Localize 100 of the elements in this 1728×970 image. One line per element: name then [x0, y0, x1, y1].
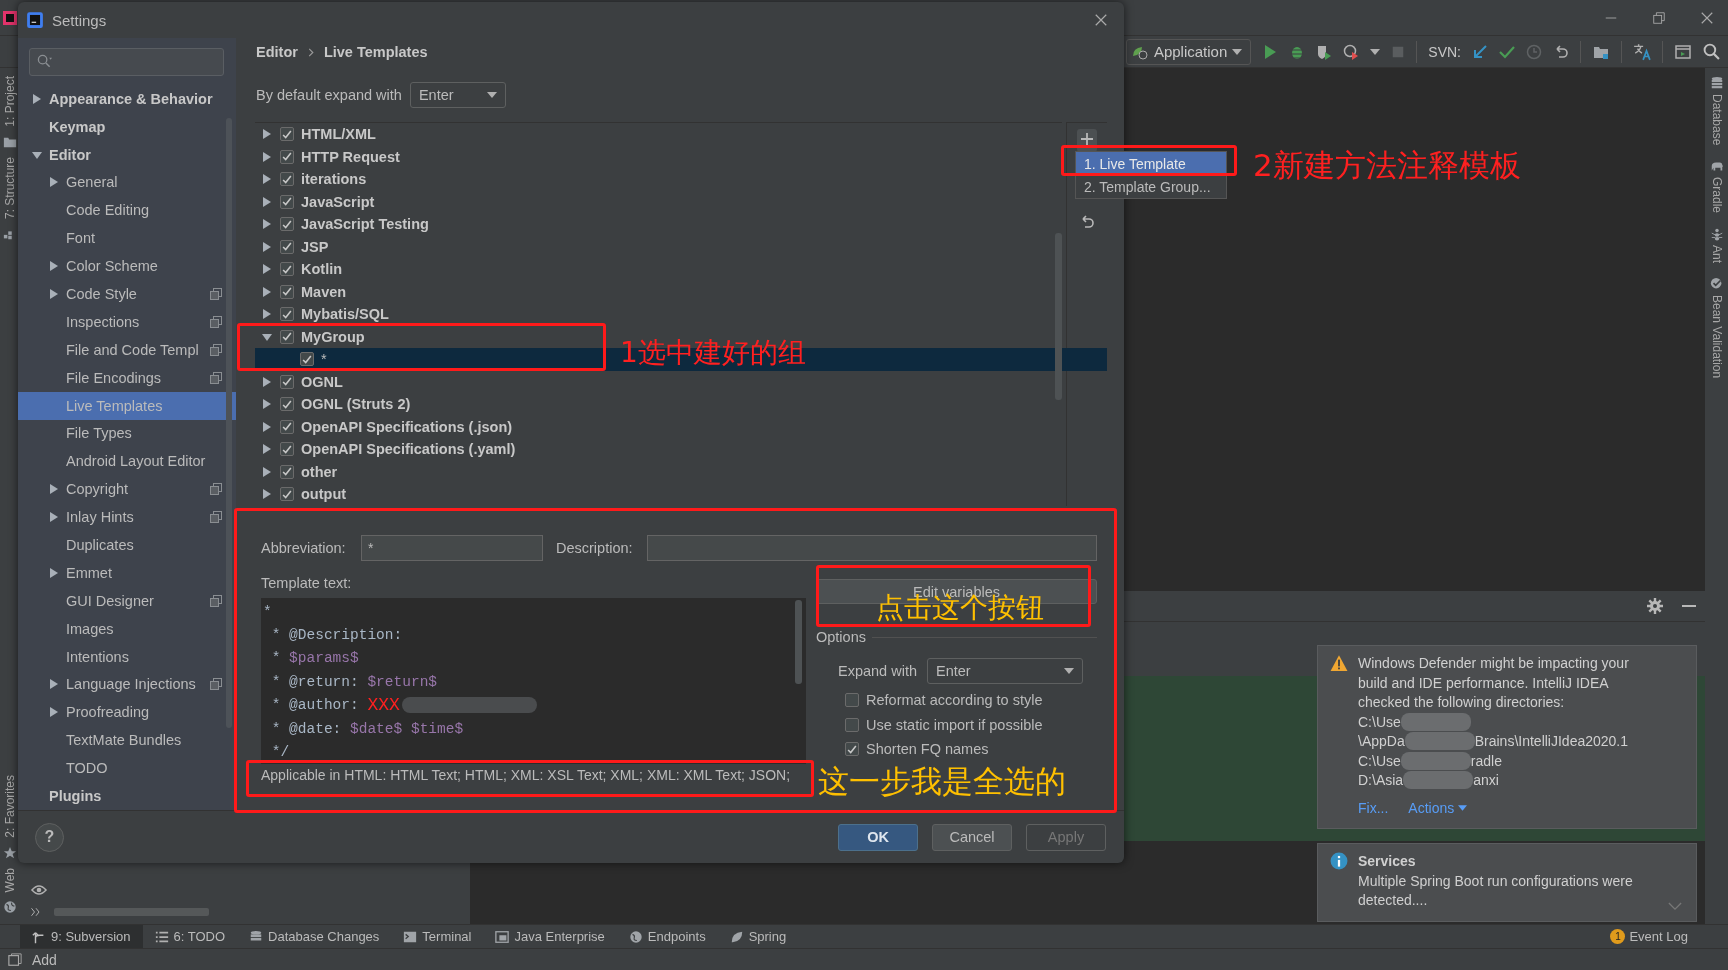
sidebar-item[interactable]: Code Style	[18, 280, 236, 308]
checkbox[interactable]	[280, 329, 294, 344]
disclosure-triangle-icon[interactable]	[262, 196, 272, 207]
disclosure-triangle-icon[interactable]	[262, 331, 272, 342]
tool-window-tab[interactable]: 9: Subversion	[20, 925, 143, 948]
checkbox[interactable]	[280, 194, 294, 209]
tool-window-tab[interactable]: Web	[3, 867, 17, 892]
disclosure-triangle-icon[interactable]	[262, 376, 272, 387]
sidebar-item[interactable]: TextMate Bundles	[18, 726, 236, 755]
eye-icon[interactable]	[30, 882, 48, 898]
disclosure-triangle-icon[interactable]	[262, 466, 272, 477]
disclosure-triangle-icon[interactable]	[49, 707, 59, 718]
menu-item[interactable]: 1. Live Template	[1076, 152, 1226, 175]
sidebar-item[interactable]: Language Injections	[18, 670, 236, 699]
template-tree-item[interactable]: JSP	[262, 235, 329, 258]
tool-window-tab[interactable]: Terminal	[391, 925, 484, 948]
dialog-button[interactable]: Cancel	[932, 823, 1012, 851]
disclosure-triangle-icon[interactable]	[49, 567, 59, 578]
checkbox[interactable]	[280, 487, 294, 502]
close-icon[interactable]	[1700, 10, 1714, 25]
search-field[interactable]	[29, 48, 224, 76]
window-icon[interactable]	[1674, 43, 1692, 60]
tool-window-tab[interactable]: Ant	[1709, 245, 1724, 264]
profiler-icon[interactable]	[1343, 43, 1360, 60]
tool-window-tab[interactable]: Bean Validation	[1709, 295, 1724, 379]
sidebar-item[interactable]: Inlay Hints	[18, 503, 236, 532]
template-tree-item[interactable]: iterations	[262, 168, 367, 191]
template-tree-item[interactable]: OGNL (Struts 2)	[262, 393, 411, 416]
sidebar-item[interactable]: File Encodings	[18, 363, 236, 392]
template-tree-item[interactable]: OpenAPI Specifications (.yaml)	[262, 438, 516, 461]
template-tree-item[interactable]: MyGroup	[262, 325, 365, 348]
tool-window-tab[interactable]: 2: Favorites	[3, 774, 17, 838]
checkbox[interactable]	[845, 693, 859, 708]
search-icon[interactable]	[1703, 43, 1720, 60]
close-icon[interactable]	[1094, 13, 1108, 27]
expand-key-dropdown[interactable]: Enter	[927, 657, 1083, 684]
disclosure-triangle-icon[interactable]	[262, 151, 272, 162]
tool-window-tab[interactable]: Database Changes	[237, 925, 392, 948]
checkbox[interactable]	[280, 127, 294, 142]
breadcrumb-item[interactable]: Live Templates	[323, 44, 428, 60]
template-tree-item[interactable]: OpenAPI Specifications (.json)	[262, 415, 513, 438]
translate-icon[interactable]	[1633, 42, 1651, 61]
sidebar-item[interactable]: File Types	[18, 419, 236, 448]
sidebar-item[interactable]: Appearance & Behavior	[18, 84, 236, 113]
tool-window-tab[interactable]: Spring	[717, 925, 799, 948]
template-tree-item[interactable]: OGNL	[262, 370, 343, 393]
applicable-contexts-link[interactable]: Applicable in HTML: HTML Text; HTML; XML: XSL Text; XML; XML: XML Text; JSON;	[261, 765, 806, 785]
checkbox-label[interactable]: Reformat according to style	[866, 692, 1043, 709]
checkbox[interactable]	[280, 262, 294, 277]
disclosure-triangle-icon[interactable]	[262, 309, 272, 320]
disclosure-triangle-icon[interactable]	[49, 261, 59, 272]
template-tree-item[interactable]: JavaScript Testing	[262, 213, 429, 236]
disclosure-triangle-icon[interactable]	[262, 399, 272, 410]
sidebar-item[interactable]: Android Layout Editor	[18, 447, 236, 476]
notification-link[interactable]: Fix...	[1358, 798, 1389, 818]
sidebar-item[interactable]: GUI Designer	[18, 586, 236, 615]
template-tree-item[interactable]: Maven	[262, 280, 347, 303]
sidebar-item[interactable]: General	[18, 168, 236, 197]
sidebar-item[interactable]: Inspections	[18, 307, 236, 336]
double-chevron-icon[interactable]	[30, 906, 42, 918]
template-tree-item[interactable]: output	[262, 483, 347, 506]
disclosure-triangle-icon[interactable]	[262, 286, 272, 297]
settings-icon[interactable]	[1647, 598, 1663, 614]
breadcrumb-item[interactable]: Editor	[256, 44, 298, 60]
undo-icon[interactable]	[1079, 214, 1095, 230]
template-text-editor[interactable]: * * @Description: * $params$ * @return: $return$ * @author: XXX * @date: $date$ $time$ */	[261, 598, 806, 764]
checkbox[interactable]	[280, 149, 294, 164]
template-tree-item[interactable]: other	[262, 460, 338, 483]
sidebar-item[interactable]: Plugins	[18, 782, 236, 810]
sidebar-item[interactable]: Copyright	[18, 475, 236, 504]
checkbox[interactable]	[280, 442, 294, 457]
tool-window-tab[interactable]: 7: Structure	[3, 156, 17, 219]
checkbox[interactable]	[845, 717, 859, 732]
disclosure-triangle-icon[interactable]	[49, 484, 59, 495]
sidebar-item[interactable]: Keymap	[18, 112, 236, 141]
disclosure-triangle-icon[interactable]	[49, 289, 59, 299]
coverage-icon[interactable]	[1316, 43, 1333, 60]
checkbox[interactable]	[280, 419, 294, 434]
tool-window-tab[interactable]: Java Enterprise	[483, 925, 617, 948]
disclosure-triangle-icon[interactable]	[32, 93, 42, 104]
sidebar-item[interactable]: Proofreading	[18, 698, 236, 727]
sidebar-item[interactable]: TODO	[18, 754, 236, 783]
checkbox[interactable]	[280, 217, 294, 232]
disclosure-triangle-icon[interactable]	[262, 174, 272, 185]
disclosure-triangle-icon[interactable]	[49, 177, 59, 188]
tool-window-tab[interactable]: 6: TODO	[142, 925, 238, 948]
sidebar-item[interactable]: Images	[18, 614, 236, 643]
template-tree-item[interactable]: Mybatis/SQL	[262, 303, 389, 326]
tool-window-tab[interactable]: 1: Project	[3, 76, 17, 127]
disclosure-triangle-icon[interactable]	[49, 512, 59, 523]
checkbox-label[interactable]: Use static import if possible	[866, 716, 1043, 733]
tool-window-tab[interactable]: Endpoints	[616, 925, 718, 948]
disclosure-triangle-icon[interactable]	[262, 444, 272, 455]
sidebar-item[interactable]: Emmet	[18, 558, 236, 587]
template-tree-item[interactable]: Kotlin	[262, 258, 343, 281]
checkbox-label[interactable]: Shorten FQ names	[866, 741, 989, 758]
sidebar-item[interactable]: Intentions	[18, 642, 236, 671]
notification-link[interactable]: Actions	[1408, 798, 1468, 818]
abbreviation-field[interactable]: *	[361, 535, 543, 561]
sidebar-item[interactable]: File and Code Templ	[18, 335, 236, 364]
